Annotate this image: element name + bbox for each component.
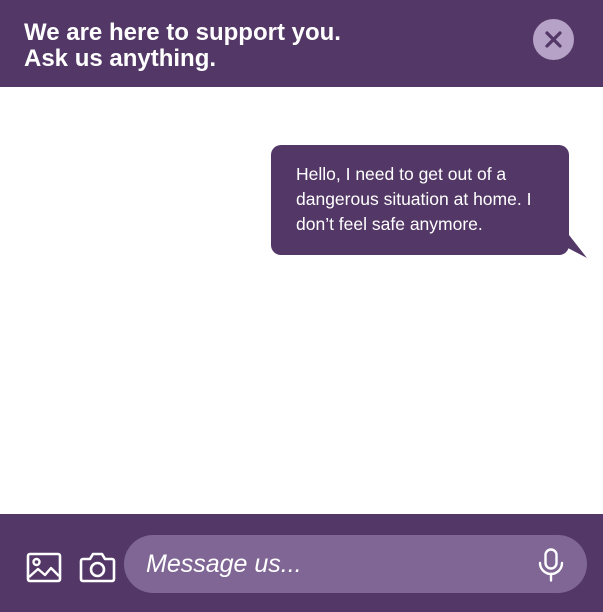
header-title: We are here to support you. Ask us anyth… (24, 20, 341, 72)
message-input-container (124, 535, 587, 593)
microphone-button[interactable] (537, 548, 565, 582)
camera-button[interactable] (79, 551, 116, 584)
chat-window: We are here to support you. Ask us anyth… (0, 0, 603, 612)
microphone-icon (538, 548, 564, 582)
chat-header: We are here to support you. Ask us anyth… (0, 0, 603, 87)
bubble-tail (560, 235, 587, 258)
close-button[interactable] (533, 19, 574, 60)
close-icon (545, 31, 562, 48)
user-message-bubble: Hello, I need to get out of a dangerous … (271, 145, 569, 255)
message-line: don’t feel safe anymore. (296, 214, 483, 234)
attach-image-button[interactable] (26, 552, 62, 584)
image-icon (26, 552, 62, 583)
message-composer (0, 514, 603, 612)
header-title-line-1: We are here to support you. (24, 19, 341, 46)
camera-icon (79, 552, 116, 583)
message-list: Hello, I need to get out of a dangerous … (0, 87, 603, 514)
message-line: Hello, I need to get out of a (296, 164, 507, 184)
message-line: dangerous situation at home. I (296, 189, 532, 209)
header-title-line-2: Ask us anything. (24, 45, 217, 72)
message-input[interactable] (146, 535, 526, 593)
